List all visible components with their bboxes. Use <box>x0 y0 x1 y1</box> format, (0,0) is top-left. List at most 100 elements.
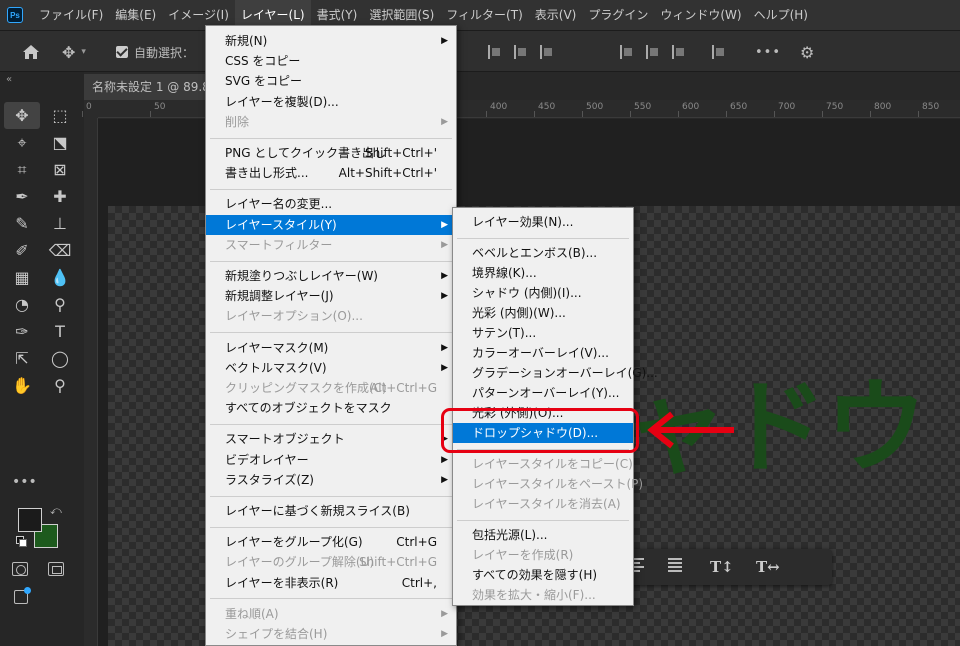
pen-tool-icon[interactable]: ✑ <box>4 318 40 345</box>
menu-item[interactable]: 新規調整レイヤー(J) ▶ <box>206 286 456 306</box>
type-tool-icon[interactable]: T <box>42 318 78 345</box>
menu-item[interactable]: パターンオーバーレイ(Y)... <box>453 383 633 403</box>
default-colors-icon[interactable] <box>16 536 27 547</box>
ellipse-tool-icon[interactable]: ◯ <box>42 345 78 372</box>
menu-item-label: 新規(N) <box>225 34 268 48</box>
menu-item[interactable]: ラスタライズ(Z) ▶ <box>206 470 456 490</box>
healing-brush-icon[interactable]: ✚ <box>42 183 78 210</box>
hand-tool-icon[interactable]: ✋ <box>4 372 40 399</box>
menu-item[interactable]: 境界線(K)... <box>453 263 633 283</box>
blur-tool-icon[interactable]: 💧 <box>42 264 78 291</box>
paragraph-justify-icon[interactable] <box>668 558 682 572</box>
align-top-icon[interactable] <box>620 31 634 73</box>
lasso-tool-icon[interactable]: ⌖ <box>4 129 40 156</box>
menu-item[interactable]: シェイプを結合(H) ▶ <box>206 624 456 644</box>
menu-item[interactable]: スマートオブジェクト ▶ <box>206 429 456 449</box>
menu-item[interactable]: レイヤー名の変更... <box>206 194 456 214</box>
menu-item[interactable]: シャドウ (内側)(I)... <box>453 283 633 303</box>
menubar-item-0[interactable]: ファイル(F) <box>33 0 109 30</box>
menu-item[interactable]: すべてのオブジェクトをマスク <box>206 398 456 418</box>
vertical-ruler[interactable] <box>84 118 98 646</box>
menu-item-label: レイヤーに基づく新規スライス(B) <box>225 504 410 518</box>
zoom-tool-icon[interactable]: ⚲ <box>42 372 78 399</box>
align-middle-icon[interactable] <box>646 31 660 73</box>
align-bottom-icon[interactable] <box>672 31 686 73</box>
frame-tool-icon[interactable]: ⊠ <box>42 156 78 183</box>
menu-separator <box>457 519 629 521</box>
marquee-tool-icon[interactable]: ⬚ <box>42 102 78 129</box>
menu-item[interactable]: 効果を拡大・縮小(F)... <box>453 585 633 605</box>
menu-item[interactable]: レイヤーをグループ化(G) Ctrl+G <box>206 532 456 552</box>
eraser-icon[interactable]: ⌫ <box>42 237 78 264</box>
path-select-icon[interactable]: ⇱ <box>4 345 40 372</box>
menu-item[interactable]: レイヤースタイルをペースト(P) <box>453 474 643 494</box>
eyedropper-icon[interactable]: ✒ <box>4 183 40 210</box>
menu-item[interactable]: 削除 ▶ <box>206 112 456 132</box>
distribute-icon[interactable] <box>712 31 726 73</box>
move-tool-icon[interactable]: ✥ <box>4 102 40 129</box>
menu-item[interactable]: 光彩 (内側)(W)... <box>453 303 633 323</box>
screen-mode-icon[interactable] <box>48 562 64 576</box>
menu-item[interactable]: レイヤー効果(N)... <box>453 212 633 232</box>
stamp-tool-icon[interactable]: ⊥ <box>42 210 78 237</box>
menu-item[interactable]: レイヤーを複製(D)... <box>206 92 456 112</box>
menu-item[interactable]: グラデーションオーバーレイ(G)... <box>453 363 658 383</box>
menu-item[interactable]: ベベルとエンボス(B)... <box>453 243 633 263</box>
move-tool-preset-icon[interactable]: ✥ ▾ <box>62 31 102 73</box>
menu-item[interactable]: SVG をコピー <box>206 71 456 91</box>
foreground-color-swatch[interactable] <box>18 508 42 532</box>
crop-tool-icon[interactable]: ⌗ <box>4 156 40 183</box>
dodge-tool-icon[interactable]: ◔ <box>4 291 40 318</box>
align-right-icon[interactable] <box>540 31 554 73</box>
menu-item[interactable]: レイヤーに基づく新規スライス(B) <box>206 501 456 521</box>
menubar-item-10[interactable]: ヘルプ(H) <box>748 0 814 30</box>
menu-item[interactable]: カラーオーバーレイ(V)... <box>453 343 633 363</box>
align-left-icon[interactable] <box>488 31 502 73</box>
brush-tool-icon[interactable]: ✎ <box>4 210 40 237</box>
menu-item[interactable]: レイヤースタイルを消去(A) <box>453 494 633 514</box>
menu-item[interactable]: ビデオレイヤー ▶ <box>206 450 456 470</box>
menubar-item-9[interactable]: ウィンドウ(W) <box>654 0 747 30</box>
menu-item[interactable]: レイヤーを非表示(R) Ctrl+, <box>206 573 456 593</box>
menu-item[interactable]: レイヤーオプション(O)... <box>206 306 456 326</box>
menu-item[interactable]: 重ね順(A) ▶ <box>206 604 456 624</box>
menu-item[interactable]: レイヤースタイル(Y) ▶ <box>206 214 456 235</box>
menu-item[interactable]: PNG としてクイック書き出し Shift+Ctrl+' <box>206 143 456 163</box>
swap-colors-icon[interactable]: ⤺ <box>50 504 62 518</box>
document-tab[interactable]: 名称未設定 1 @ 89.8 <box>84 74 214 100</box>
menu-item[interactable]: レイヤースタイルをコピー(C) <box>453 454 633 474</box>
menu-item-label: スマートフィルター <box>225 237 333 252</box>
object-select-icon[interactable]: ⬔ <box>42 129 78 156</box>
menu-item[interactable]: 新規塗りつぶしレイヤー(W) ▶ <box>206 266 456 286</box>
menu-item[interactable]: レイヤーを作成(R) <box>453 545 633 565</box>
menu-item[interactable]: レイヤーのグループ解除(U) Shift+Ctrl+G <box>206 552 456 572</box>
menu-item[interactable]: スマートフィルター ▶ <box>206 235 456 255</box>
quick-mask-icon[interactable] <box>12 562 28 576</box>
menu-item[interactable]: 包括光源(L)... <box>453 525 633 545</box>
share-icon[interactable] <box>14 587 31 604</box>
menubar-item-1[interactable]: 編集(E) <box>109 0 162 30</box>
menubar-item-7[interactable]: 表示(V) <box>529 0 583 30</box>
gradient-tool-icon[interactable]: ▦ <box>4 264 40 291</box>
menubar-item-8[interactable]: プラグイン <box>582 0 654 30</box>
home-icon[interactable] <box>20 31 42 73</box>
menu-item-label: レイヤーオプション(O)... <box>225 309 363 324</box>
auto-select-checkbox[interactable]: 自動選択： <box>116 31 194 73</box>
menu-item[interactable]: 新規(N) ▶ <box>206 31 456 51</box>
menu-item[interactable]: CSS をコピー <box>206 51 456 71</box>
text-transform-icon[interactable]: T↕ <box>710 558 734 576</box>
menu-item[interactable]: クリッピングマスクを作成(C) Alt+Ctrl+G <box>206 378 456 398</box>
menu-item[interactable]: すべての効果を隠す(H) <box>453 565 633 585</box>
more-options-button[interactable]: ••• <box>755 31 781 73</box>
collapse-panel-button[interactable]: « <box>6 74 12 85</box>
menu-item[interactable]: サテン(T)... <box>453 323 633 343</box>
align-center-icon[interactable] <box>514 31 528 73</box>
edit-toolbar-button[interactable]: ••• <box>12 474 37 490</box>
menu-item[interactable]: レイヤーマスク(M) ▶ <box>206 338 456 358</box>
history-brush-icon[interactable]: ✐ <box>4 237 40 264</box>
text-scale-icon[interactable]: T↔ <box>756 558 780 576</box>
menu-item[interactable]: ベクトルマスク(V) ▶ <box>206 358 456 378</box>
menu-item[interactable]: 書き出し形式... Alt+Shift+Ctrl+' <box>206 163 456 183</box>
zoom-style-icon[interactable]: ⚲ <box>42 291 78 318</box>
gear-icon[interactable]: ⚙ <box>800 31 814 73</box>
